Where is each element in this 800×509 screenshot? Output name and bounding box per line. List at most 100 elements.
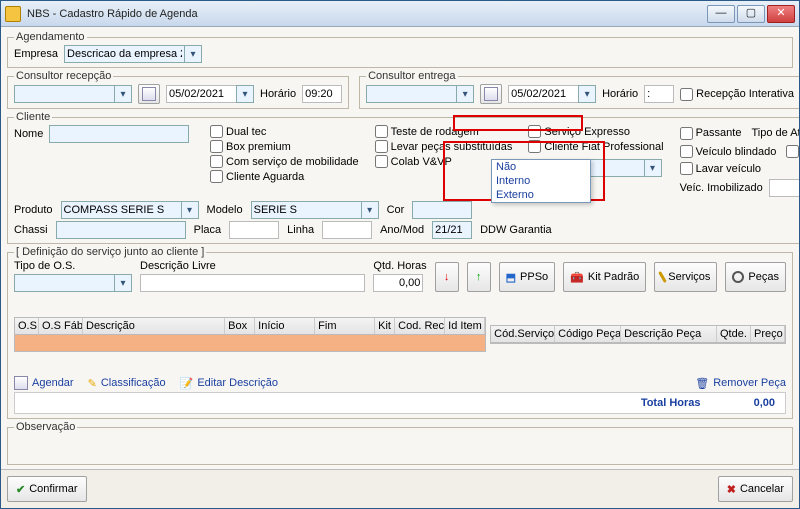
calendar-icon[interactable] <box>138 84 160 104</box>
wrench-icon <box>658 271 667 283</box>
grid-col-iditem[interactable]: Id Item <box>445 318 485 334</box>
chevron-down-icon[interactable]: ▾ <box>644 159 662 177</box>
chevron-down-icon[interactable]: ▾ <box>456 85 474 103</box>
maximize-button[interactable]: ▢ <box>737 5 765 23</box>
pecas-grid[interactable]: Cód.Serviço: Código Peça: Descrição Peça… <box>490 325 786 344</box>
recepcao-date-field[interactable] <box>166 85 236 103</box>
recepcao-interativa-check[interactable] <box>680 88 693 101</box>
retorno-option-externo[interactable]: Externo <box>492 188 590 202</box>
consultor-recepcao-legend: Consultor recepção <box>14 70 113 82</box>
check-veic-blindado[interactable] <box>680 145 693 158</box>
retorno-dropdown-list[interactable]: Não Interno Externo <box>491 159 591 203</box>
cor-field[interactable] <box>412 201 472 219</box>
app-icon <box>5 6 21 22</box>
grid-col-codservico[interactable]: Cód.Serviço: <box>491 326 555 342</box>
servicos-button[interactable]: Serviços <box>654 262 717 292</box>
consultor-entrega-legend: Consultor entrega <box>366 70 457 82</box>
tipo-atendimento-label: Tipo de Atendimento <box>751 127 799 139</box>
grid-col-inicio[interactable]: Início <box>255 318 315 334</box>
editar-descricao-link[interactable]: 📝Editar Descrição <box>180 377 278 390</box>
ppso-button[interactable]: ⬒PPSo <box>499 262 556 292</box>
anomod-label: Ano/Mod <box>380 224 424 236</box>
check-mobilidade[interactable] <box>210 155 223 168</box>
chevron-down-icon[interactable]: ▾ <box>114 274 132 292</box>
agendar-link[interactable]: Agendar <box>14 376 74 390</box>
check-box-premium[interactable] <box>210 140 223 153</box>
chevron-down-icon[interactable]: ▾ <box>181 201 199 219</box>
check-fiat-professional[interactable] <box>528 140 541 153</box>
grid-col-preco[interactable]: Preço <box>751 326 785 342</box>
retorno-option-interno[interactable]: Interno <box>492 174 590 188</box>
tipo-os-select[interactable] <box>14 274 114 292</box>
modelo-select[interactable] <box>251 201 361 219</box>
observacao-field[interactable] <box>14 435 786 453</box>
qtd-horas-field[interactable] <box>373 274 423 292</box>
desc-livre-field[interactable] <box>140 274 365 292</box>
app-window: NBS - Cadastro Rápido de Agenda — ▢ ✕ Ag… <box>0 0 800 509</box>
grid-col-descricao[interactable]: Descrição <box>83 318 225 334</box>
kit-padrao-button[interactable]: 🧰Kit Padrão <box>563 262 646 292</box>
cancel-icon: ✖ <box>727 483 736 496</box>
linha-field[interactable] <box>322 221 372 239</box>
grid-col-descpeca[interactable]: Descrição Peça <box>621 326 717 342</box>
move-down-button[interactable]: ↓ <box>435 262 459 292</box>
move-up-button[interactable]: ↑ <box>467 262 491 292</box>
chevron-down-icon[interactable]: ▾ <box>184 45 202 63</box>
grid-col-os[interactable]: O.S <box>15 318 39 334</box>
cor-label: Cor <box>387 204 405 216</box>
definicao-legend: [ Definição do serviço junto ao cliente … <box>14 246 206 258</box>
produto-select[interactable] <box>61 201 181 219</box>
grid-col-fim[interactable]: Fim <box>315 318 375 334</box>
check-colab-vvp[interactable] <box>375 155 388 168</box>
pencil-icon: ✎ <box>88 377 97 390</box>
pecas-button[interactable]: Peças <box>725 262 786 292</box>
chevron-down-icon[interactable]: ▾ <box>236 85 254 103</box>
grid-col-codrec[interactable]: Cod. Rec. <box>395 318 445 334</box>
recepcao-horario-field[interactable] <box>302 85 342 103</box>
cliente-legend: Cliente <box>14 111 52 123</box>
check-lavar-veiculo[interactable] <box>680 162 693 175</box>
nome-label: Nome <box>14 128 43 140</box>
grid-col-kit[interactable]: Kit <box>375 318 395 334</box>
check-dual-tec[interactable] <box>210 125 223 138</box>
chevron-down-icon[interactable]: ▾ <box>578 85 596 103</box>
check-veic-modificado[interactable] <box>786 145 799 158</box>
calendar-icon[interactable] <box>480 84 502 104</box>
grid-col-qtde[interactable]: Qtde. <box>717 326 751 342</box>
linha-label: Linha <box>287 224 314 236</box>
check-levar-pecas[interactable] <box>375 140 388 153</box>
check-teste-rodagem[interactable] <box>375 125 388 138</box>
empresa-label: Empresa <box>14 48 58 60</box>
total-horas-label: Total Horas <box>641 397 701 409</box>
veic-imobilizado-select[interactable] <box>769 179 799 197</box>
table-row[interactable] <box>15 335 485 351</box>
nome-field[interactable] <box>49 125 189 143</box>
check-passante[interactable] <box>680 127 693 140</box>
cancelar-button[interactable]: ✖Cancelar <box>718 476 793 502</box>
chassi-field[interactable] <box>56 221 186 239</box>
minimize-button[interactable]: — <box>707 5 735 23</box>
close-button[interactable]: ✕ <box>767 5 795 23</box>
servicos-grid[interactable]: O.S O.S Fáb. Descrição Box Início Fim Ki… <box>14 317 486 352</box>
classificacao-link[interactable]: ✎Classificação <box>88 377 166 390</box>
chevron-down-icon[interactable]: ▾ <box>114 85 132 103</box>
check-cliente-aguarda[interactable] <box>210 170 223 183</box>
entrega-date-field[interactable] <box>508 85 578 103</box>
recepcao-interativa-label: Recepção Interativa <box>696 88 794 100</box>
consultor-recepcao-select[interactable] <box>14 85 114 103</box>
chevron-down-icon[interactable]: ▾ <box>361 201 379 219</box>
placa-field[interactable] <box>229 221 279 239</box>
remover-peca-link[interactable]: 🗑Remover Peça <box>695 377 786 390</box>
entrega-horario-field[interactable] <box>644 85 674 103</box>
empresa-select[interactable] <box>64 45 184 63</box>
grid-col-box[interactable]: Box <box>225 318 255 334</box>
veic-imobilizado-label: Veíc. Imobilizado <box>680 182 763 194</box>
retorno-option-nao[interactable]: Não <box>492 160 590 174</box>
confirmar-button[interactable]: ✔Confirmar <box>7 476 87 502</box>
observacao-fieldset: Observação <box>7 421 793 465</box>
grid-col-osfab[interactable]: O.S Fáb. <box>39 318 83 334</box>
check-servico-expresso[interactable] <box>528 125 541 138</box>
grid-col-codpeca[interactable]: Código Peça: <box>555 326 621 342</box>
consultor-entrega-select[interactable] <box>366 85 456 103</box>
anomod-field[interactable] <box>432 221 472 239</box>
